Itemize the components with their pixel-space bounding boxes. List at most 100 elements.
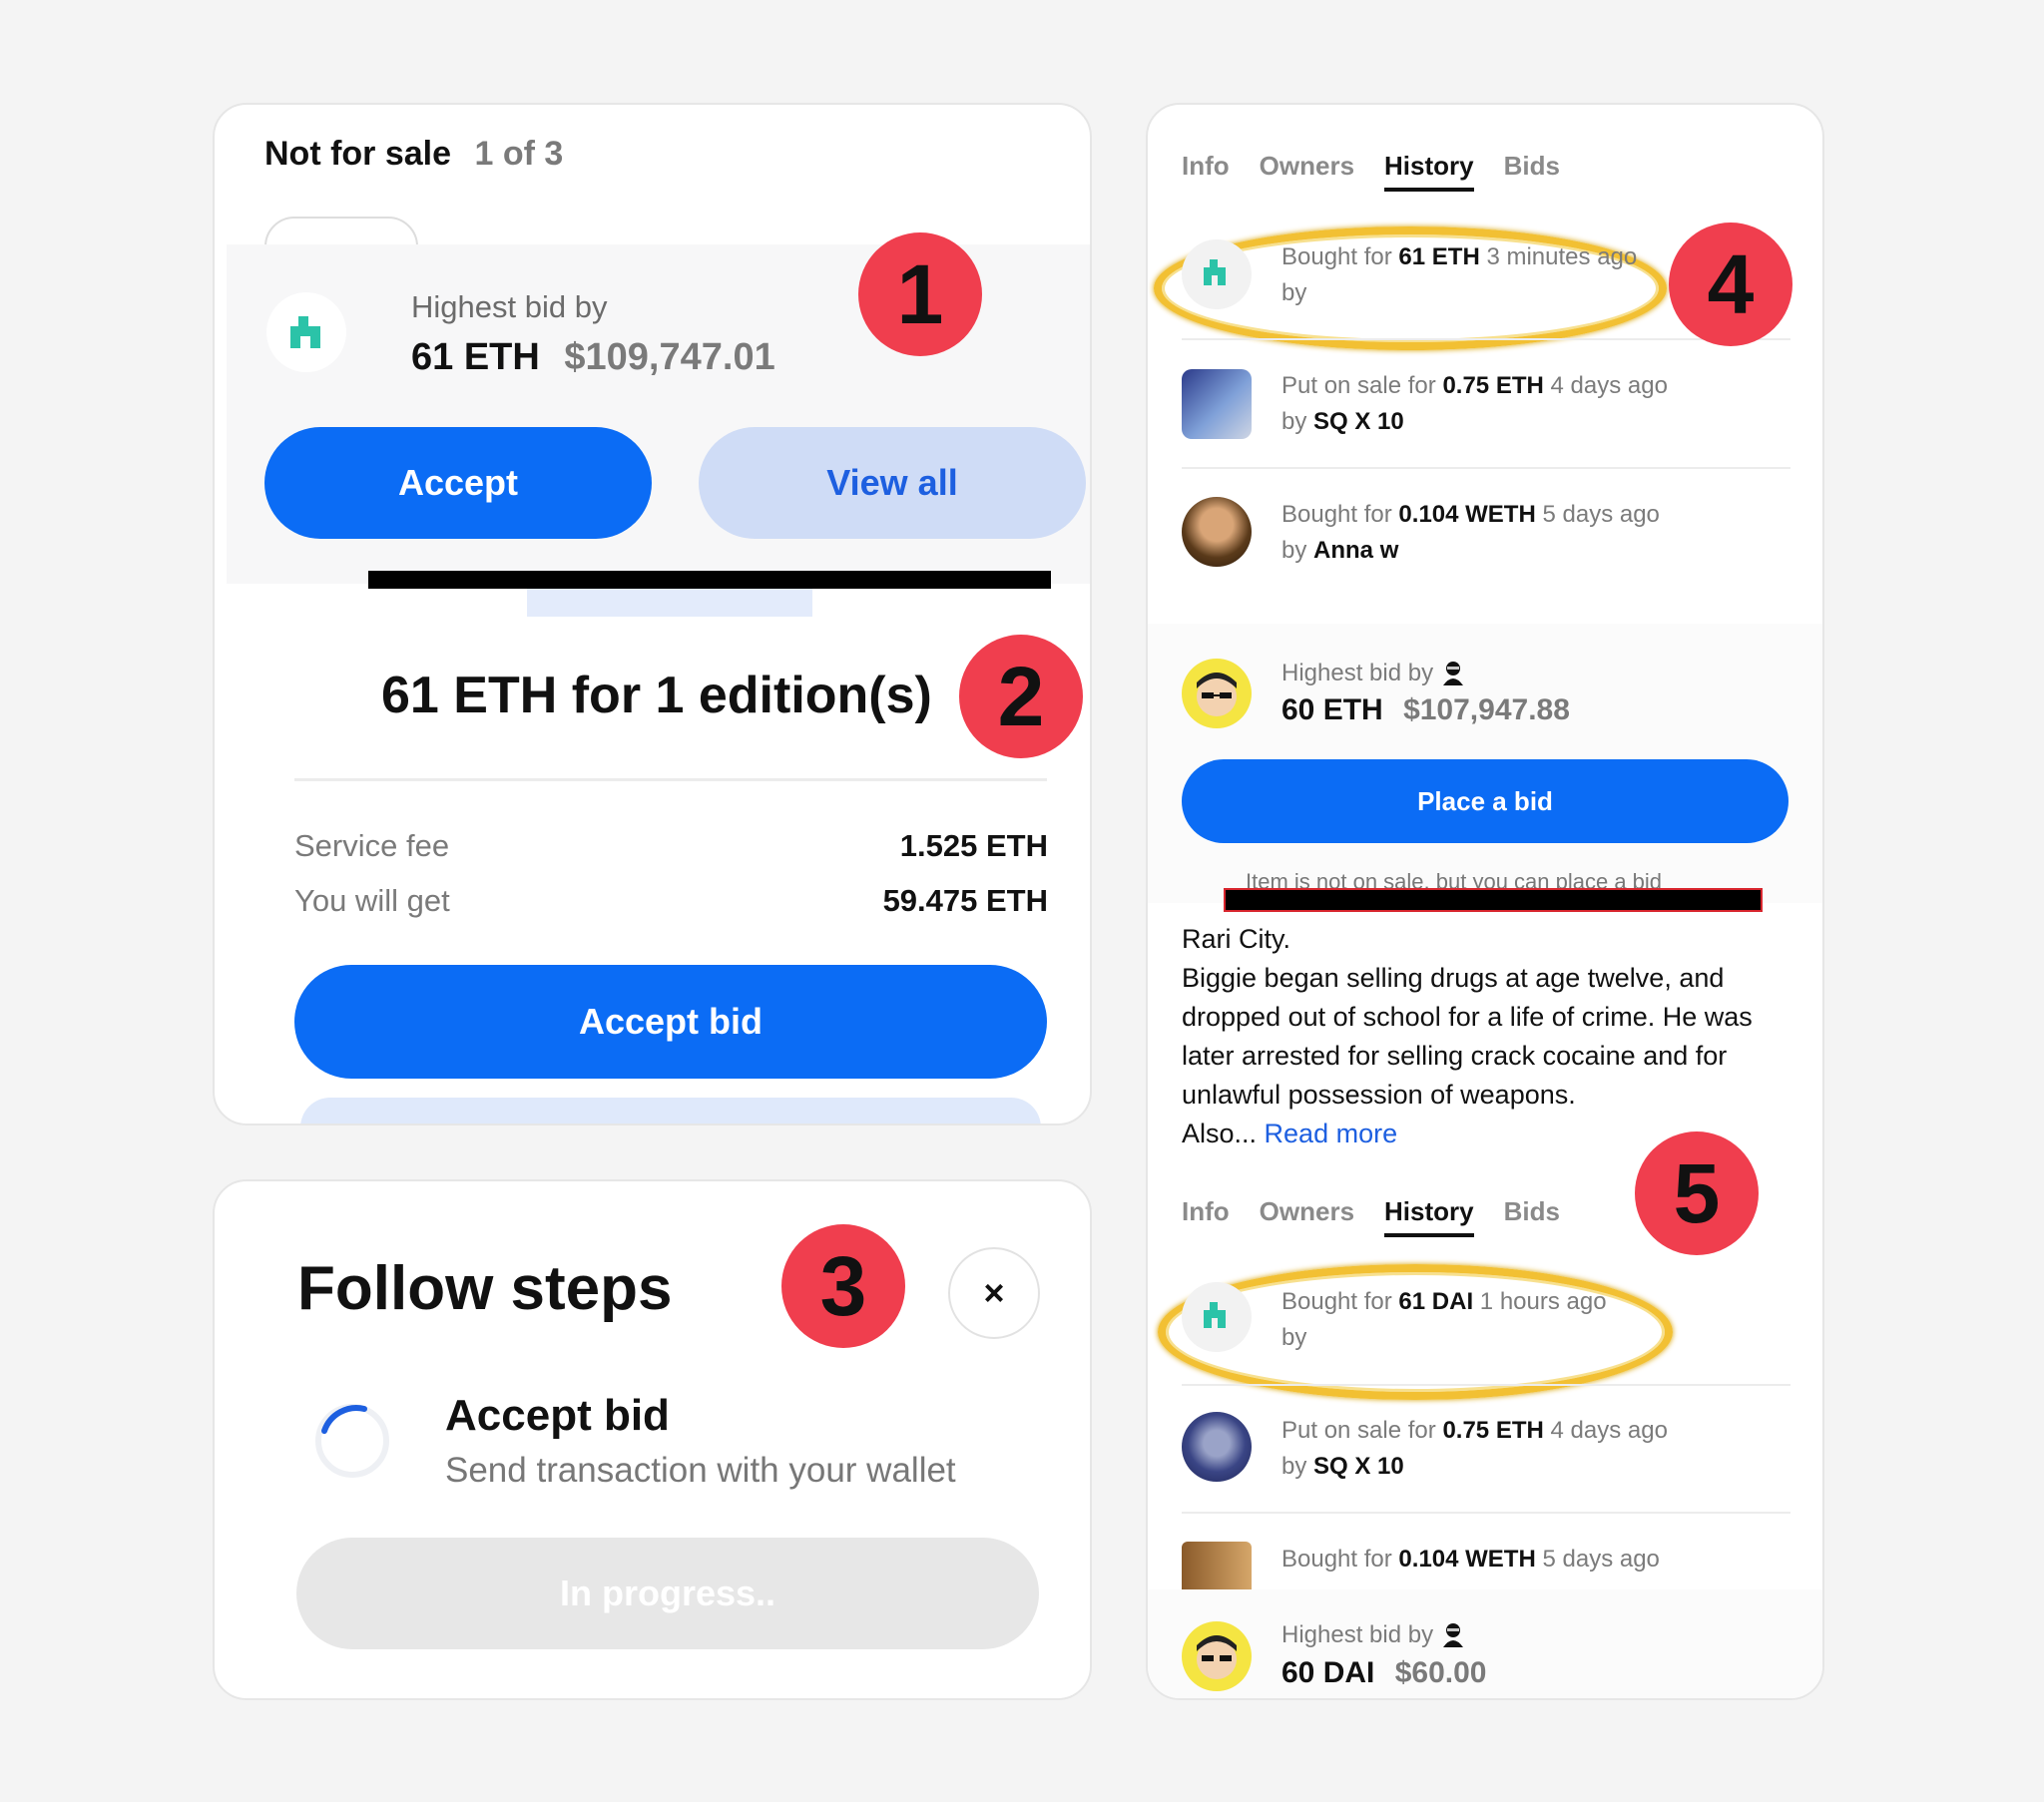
entry-amount: 61 DAI <box>1398 1288 1474 1315</box>
highest-bid-label: Highest bid by <box>1281 660 1434 686</box>
entry-time: 5 days ago <box>1542 501 1660 528</box>
face-avatar-icon <box>1197 673 1237 716</box>
view-all-button[interactable]: View all <box>699 427 1086 539</box>
history-avatar <box>1182 239 1252 309</box>
read-more-link[interactable]: Read more <box>1265 1119 1398 1148</box>
bid-amount-row: 60 ETH $107,947.88 <box>1281 693 1570 727</box>
follow-steps-title: Follow steps <box>297 1254 673 1323</box>
accept-bid-button[interactable]: Accept bid <box>294 965 1047 1079</box>
entry-amount: 0.75 ETH <box>1442 1417 1544 1444</box>
entry-action: Bought for <box>1281 1288 1392 1315</box>
history-entry: Bought for 0.104 WETH 5 days ago <box>1281 1542 1660 1577</box>
divider <box>1182 1512 1790 1514</box>
accept-button[interactable]: Accept <box>264 427 652 539</box>
divider <box>1182 1384 1790 1386</box>
bidder-avatar <box>1182 1621 1252 1691</box>
annotation-badge-5: 5 <box>1635 1131 1759 1255</box>
history-avatar <box>1182 1412 1252 1482</box>
in-progress-button: In progress.. <box>296 1538 1039 1649</box>
entry-by: by <box>1281 408 1307 435</box>
annotation-badge-2: 2 <box>959 635 1083 758</box>
highest-bid-amount: 61 ETH $109,747.01 <box>411 336 775 379</box>
tab-bids[interactable]: Bids <box>1504 1196 1560 1237</box>
bid-usd: $60.00 <box>1394 1656 1487 1689</box>
history-avatar <box>1182 1282 1252 1352</box>
history-entry: Bought for 0.104 WETH 5 days ago by Anna… <box>1281 497 1660 569</box>
history-avatar <box>1182 369 1252 439</box>
entry-by: by <box>1281 1453 1307 1480</box>
highest-bid-label: Highest bid by <box>411 289 608 324</box>
redaction-bar <box>1224 888 1763 912</box>
partial-element <box>527 589 812 617</box>
step-description: Send transaction with your wallet <box>445 1451 956 1490</box>
redaction-bar <box>368 571 1051 589</box>
entry-time: 4 days ago <box>1550 1417 1668 1444</box>
entry-by: by <box>1281 1324 1307 1351</box>
annotation-badge-4: 4 <box>1669 223 1792 346</box>
bid-usd: $107,947.88 <box>1403 693 1570 726</box>
entry-time: 3 minutes ago <box>1486 243 1638 270</box>
entry-action: Bought for <box>1281 1546 1392 1573</box>
get-label: You will get <box>294 883 450 918</box>
tab-info[interactable]: Info <box>1182 151 1230 192</box>
entry-time: 5 days ago <box>1542 1546 1660 1573</box>
edition-summary: 61 ETH for 1 edition(s) <box>381 667 932 724</box>
tabs-bottom: Info Owners History Bids <box>1182 1196 1590 1237</box>
tab-bids[interactable]: Bids <box>1504 151 1560 192</box>
entry-amount: 0.75 ETH <box>1442 372 1544 399</box>
bid-label-row: Highest bid by <box>1281 1621 1466 1649</box>
place-bid-button[interactable]: Place a bid <box>1182 759 1788 843</box>
ninja-icon <box>1442 662 1463 685</box>
bid-eth: 60 ETH <box>1281 693 1383 726</box>
entry-user[interactable]: SQ X 10 <box>1313 408 1404 435</box>
entry-user[interactable]: Anna w <box>1313 537 1398 564</box>
fee-label: Service fee <box>294 828 450 863</box>
bidder-avatar <box>1182 659 1252 728</box>
sale-status-row: Not for sale 1 of 3 <box>264 135 563 174</box>
history-avatar <box>1182 497 1252 567</box>
description-line: Rari City. <box>1182 924 1291 954</box>
bid-amount: 60 DAI <box>1281 1656 1375 1689</box>
pixel-avatar-icon <box>1204 259 1226 285</box>
description: Rari City. Biggie began selling drugs at… <box>1182 920 1790 1153</box>
bid-eth: 61 ETH <box>411 336 540 378</box>
entry-time: 4 days ago <box>1550 372 1668 399</box>
description-body: Biggie began selling drugs at age twelve… <box>1182 963 1753 1110</box>
entry-user[interactable]: SQ X 10 <box>1313 1453 1404 1480</box>
bid-label-row: Highest bid by <box>1281 660 1466 687</box>
entry-action: Put on sale for <box>1281 372 1436 399</box>
tab-info[interactable]: Info <box>1182 1196 1230 1237</box>
bid-amount-row: 60 DAI $60.00 <box>1281 1656 1486 1690</box>
tab-history[interactable]: History <box>1384 1196 1474 1237</box>
history-entry: Put on sale for 0.75 ETH 4 days ago by S… <box>1281 1413 1668 1485</box>
sale-status: Not for sale <box>264 135 452 173</box>
history-entry: Bought for 61 DAI 1 hours ago by <box>1281 1284 1607 1356</box>
ninja-icon <box>1442 1623 1463 1647</box>
history-avatar <box>1182 1542 1252 1589</box>
divider <box>1182 467 1790 469</box>
description-also: Also... <box>1182 1119 1258 1148</box>
entry-amount: 0.104 WETH <box>1398 501 1536 528</box>
history-entry: Put on sale for 0.75 ETH 4 days ago by S… <box>1281 368 1668 440</box>
entry-amount: 61 ETH <box>1398 243 1480 270</box>
history-entry: Bought for 61 ETH 3 minutes ago by <box>1281 239 1637 311</box>
pixel-avatar-icon <box>1204 1302 1226 1328</box>
get-value: 59.475 ETH <box>882 883 1048 918</box>
face-avatar-icon <box>1197 1635 1237 1679</box>
bid-usd: $109,747.01 <box>564 336 775 378</box>
history-entry-cut: Bought for 0.104 WETH 5 days ago <box>1182 1542 1790 1589</box>
entry-action: Bought for <box>1281 501 1392 528</box>
highest-bid-label: Highest bid by <box>1281 1621 1434 1648</box>
edition-count: 1 of 3 <box>474 135 564 173</box>
annotation-badge-3: 3 <box>781 1224 905 1348</box>
pixel-avatar-icon <box>290 316 320 348</box>
entry-action: Put on sale for <box>1281 1417 1436 1444</box>
spinner-icon <box>315 1404 389 1478</box>
fee-value: 1.525 ETH <box>899 828 1048 863</box>
entry-action: Bought for <box>1281 243 1392 270</box>
tab-history[interactable]: History <box>1384 151 1474 192</box>
entry-by: by <box>1281 537 1307 564</box>
tab-owners[interactable]: Owners <box>1260 1196 1354 1237</box>
tab-owners[interactable]: Owners <box>1260 151 1354 192</box>
close-icon[interactable]: × <box>948 1247 1040 1339</box>
